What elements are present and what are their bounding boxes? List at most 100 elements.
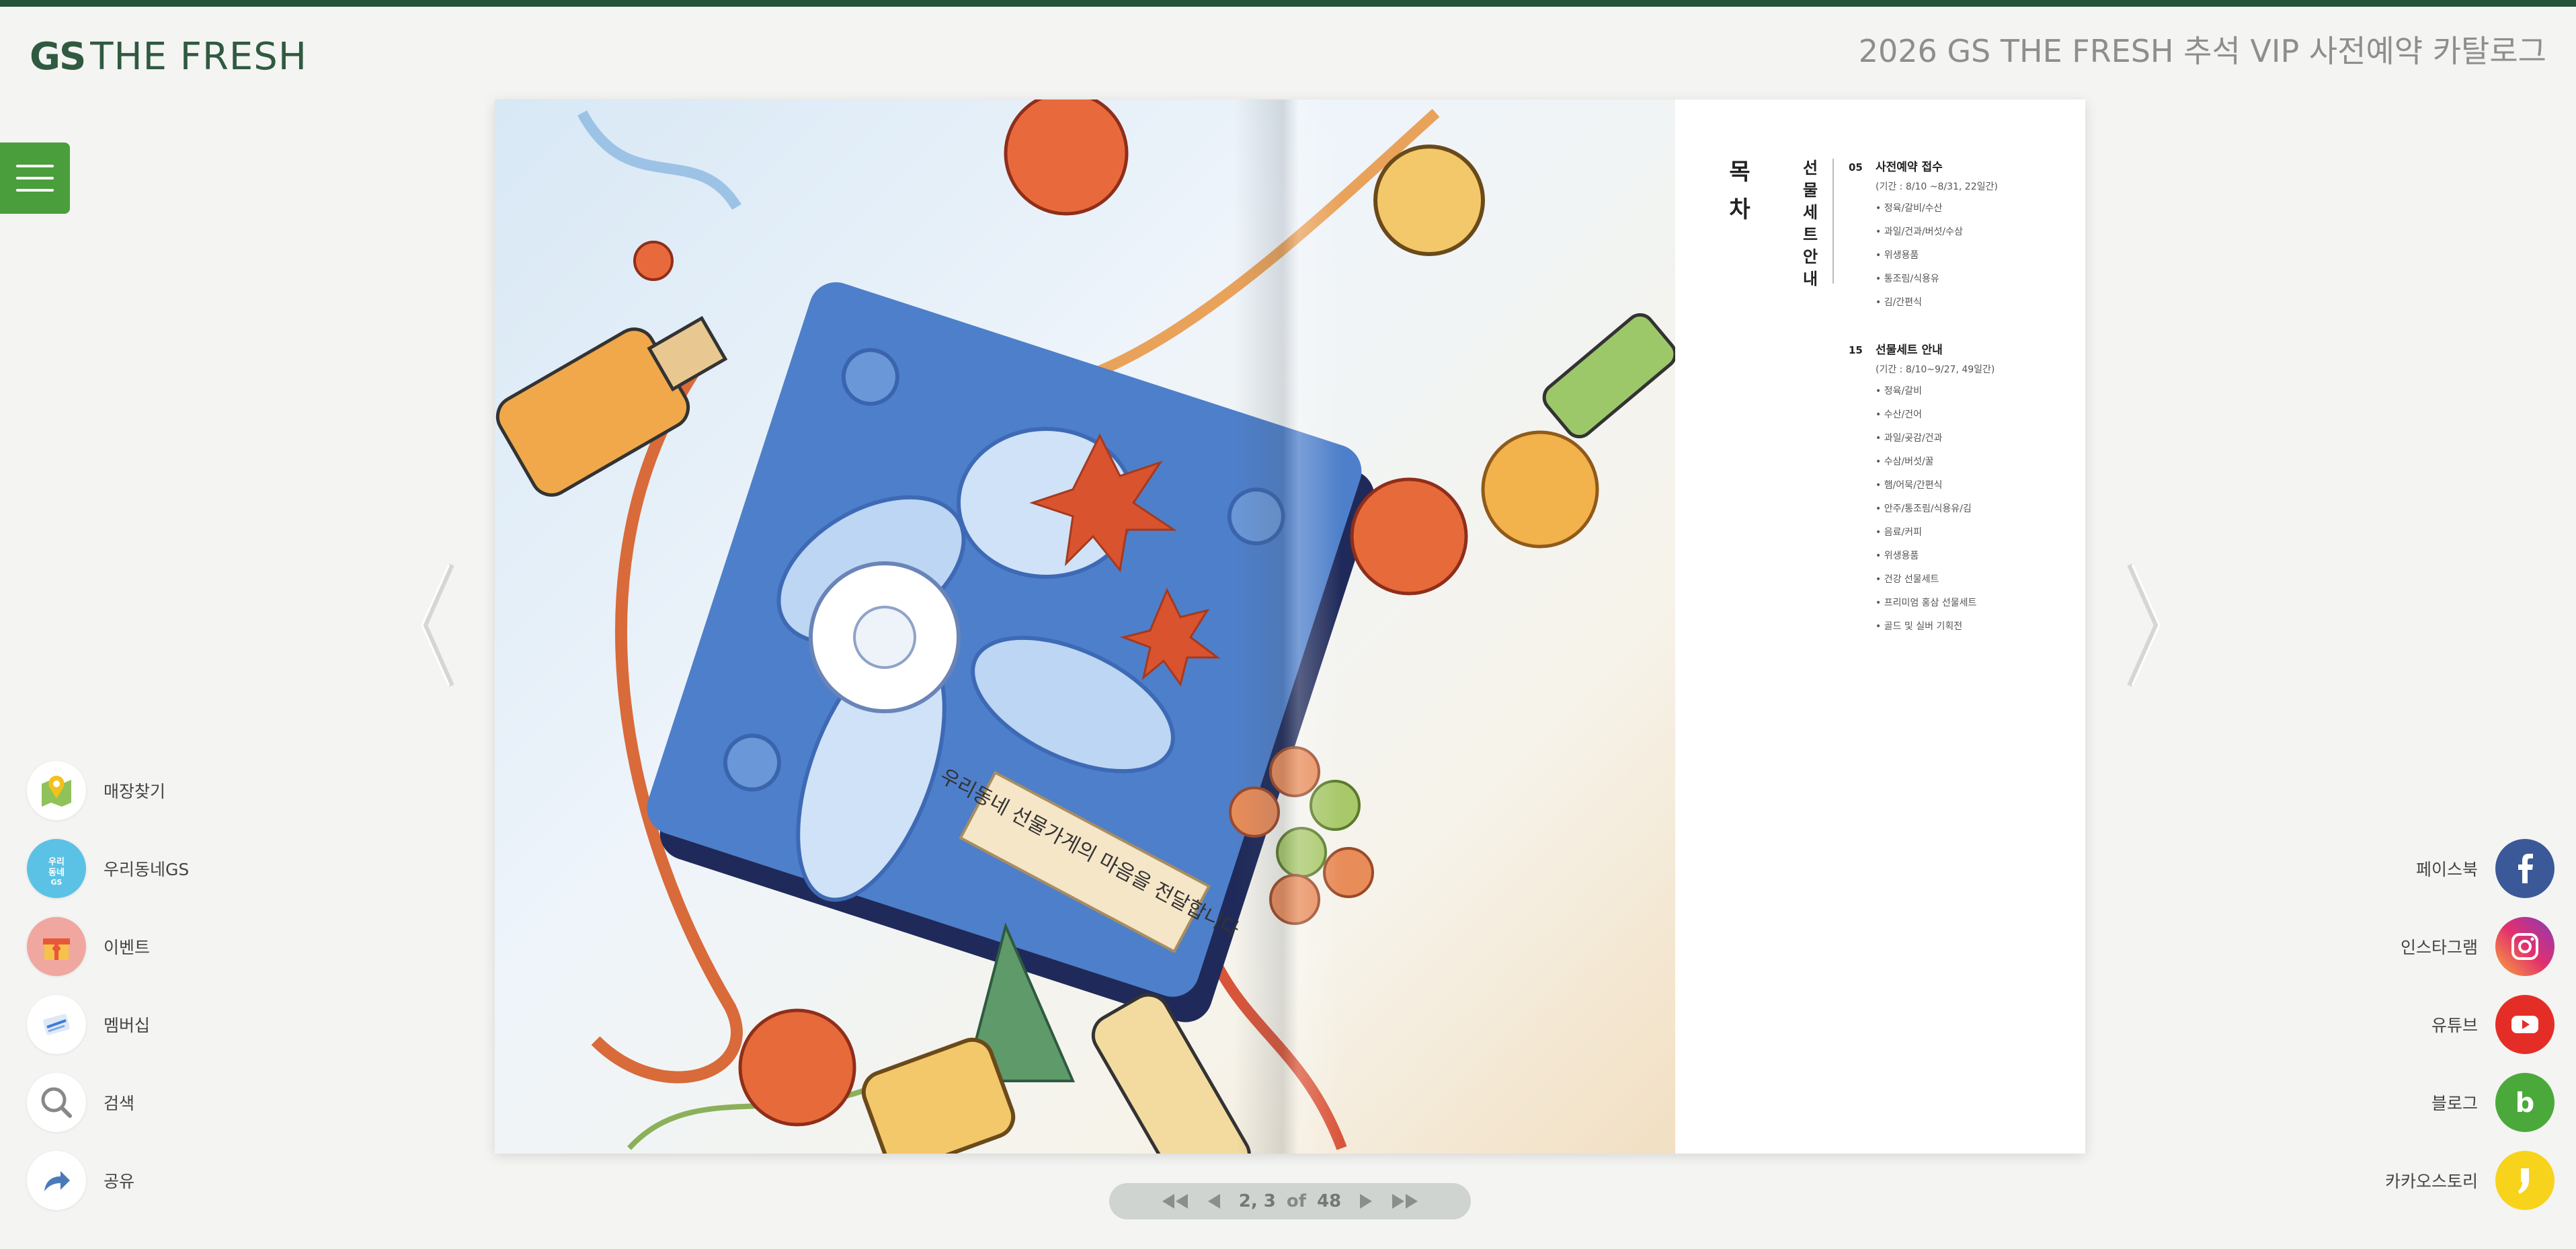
bottle — [1091, 993, 1251, 1154]
toc-section-giftset[interactable]: 15 선물세트 안내 (기간 : 8/10~9/27, 49일간) • 정육/갈… — [1849, 340, 1995, 639]
canned-food — [1373, 145, 1485, 256]
logo-text: THE FRESH — [90, 35, 307, 79]
gift-icon — [27, 917, 86, 976]
svg-text:동네: 동네 — [48, 867, 65, 878]
kakaostory-link[interactable]: 카카오스토리 — [2385, 1151, 2554, 1210]
apple — [1350, 477, 1468, 596]
double-chevron-right-icon — [1392, 1194, 1418, 1209]
toc-item[interactable]: • 수삼/버섯/꿀 — [1876, 450, 1995, 474]
toc-section-page: 05 — [1849, 161, 1863, 173]
toc-section-period: (기간 : 8/10 ~8/31, 22일간) — [1876, 182, 1998, 192]
blog-link[interactable]: b 블로그 — [2431, 1073, 2554, 1132]
membership-label: 멤버십 — [104, 1016, 151, 1035]
toc-section-name: 사전예약 접수 — [1876, 161, 1943, 174]
page-2-cover-illustration[interactable]: 우리동네 선물가게의 마음을 전달합니다 — [495, 99, 1675, 1154]
top-accent-bar — [0, 0, 2576, 7]
ribbon — [577, 110, 741, 210]
bottle — [1542, 313, 1675, 439]
store-finder-button[interactable]: 매장찾기 — [27, 761, 165, 820]
toc-section-preorder[interactable]: 05 사전예약 접수 (기간 : 8/10 ~8/31, 22일간) • 정육/… — [1849, 157, 1998, 315]
jujube — [633, 241, 674, 281]
share-button[interactable]: 공유 — [27, 1151, 134, 1210]
chuseok-gift-illustration: 우리동네 선물가게의 마음을 전달합니다 — [495, 99, 1675, 1154]
toc-title: 목차 — [1729, 159, 1750, 223]
flipbook-spread[interactable]: 우리동네 선물가게의 마음을 전달합니다 목차 선물세트안내 05 사전예약 접… — [495, 99, 2085, 1154]
youtube-label: 유튜브 — [2431, 1016, 2478, 1035]
membership-button[interactable]: 멤버십 — [27, 995, 150, 1054]
apple — [738, 1008, 856, 1127]
blog-icon: b — [2495, 1073, 2554, 1132]
share-icon — [27, 1151, 86, 1210]
facebook-icon — [2495, 839, 2554, 898]
toc-item[interactable]: • 수산/건어 — [1876, 403, 1995, 427]
facebook-link[interactable]: 페이스북 — [2416, 839, 2554, 898]
woori-gs-icon: 우리 동네 GS — [27, 839, 86, 898]
toc-section-period: (기간 : 8/10~9/27, 49일간) — [1876, 364, 1995, 375]
toc-item[interactable]: • 안주/통조림/식용유/김 — [1876, 497, 1995, 521]
search-icon — [27, 1073, 86, 1132]
search-label: 검색 — [104, 1094, 135, 1113]
toc-item[interactable]: • 골드 및 실버 기획전 — [1876, 615, 1995, 639]
instagram-link[interactable]: 인스타그램 — [2401, 917, 2554, 976]
book-spine-shadow — [1234, 99, 1342, 1154]
pear — [1481, 430, 1599, 549]
prev-page-button[interactable] — [1207, 1193, 1221, 1210]
page-3-table-of-contents[interactable]: 목차 선물세트안내 05 사전예약 접수 (기간 : 8/10 ~8/31, 2… — [1675, 99, 2085, 1154]
search-button[interactable]: 검색 — [27, 1073, 134, 1132]
toc-item[interactable]: • 위생용품 — [1876, 244, 1998, 268]
toc-subtitle: 선물세트안내 — [1802, 159, 1818, 288]
toc-item[interactable]: • 프리미엄 홍삼 선물세트 — [1876, 592, 1995, 615]
page-indicator[interactable]: 2, 3 of 48 — [1239, 1191, 1342, 1211]
svg-text:GS: GS — [51, 878, 63, 887]
toc-item[interactable]: • 과일/곶감/건과 — [1876, 427, 1995, 450]
page-navigator: 2, 3 of 48 — [1109, 1183, 1471, 1219]
toc-item[interactable]: • 김/간편식 — [1876, 291, 1998, 315]
toc-item[interactable]: • 건강 선물세트 — [1876, 568, 1995, 592]
svg-text:b: b — [2515, 1088, 2535, 1119]
event-button[interactable]: 이벤트 — [27, 917, 150, 976]
toc-item[interactable]: • 정육/갈비 — [1876, 380, 1995, 403]
blog-label: 블로그 — [2431, 1094, 2478, 1113]
double-chevron-left-icon — [1162, 1194, 1188, 1209]
next-page-arrow[interactable] — [2123, 558, 2163, 692]
menu-line — [16, 177, 54, 179]
youtube-icon — [2495, 995, 2554, 1054]
svg-text:우리: 우리 — [48, 856, 65, 867]
toc-item[interactable]: • 햄/어묵/간편식 — [1876, 474, 1995, 497]
bottle — [495, 315, 728, 497]
chevron-left-icon — [421, 563, 454, 687]
last-page-button[interactable] — [1391, 1193, 1420, 1210]
facebook-label: 페이스북 — [2415, 860, 2478, 879]
instagram-label: 인스타그램 — [2400, 938, 2478, 957]
hamburger-menu-button[interactable] — [0, 143, 70, 214]
prev-page-arrow[interactable] — [418, 558, 458, 692]
toc-item[interactable]: • 통조림/식용유 — [1876, 268, 1998, 291]
kakaostory-icon — [2495, 1151, 2554, 1210]
map-pin-icon — [27, 761, 86, 820]
membership-card-icon — [27, 995, 86, 1054]
logo-gs: GS — [30, 35, 86, 79]
woori-gs-button[interactable]: 우리 동네 GS 우리동네GS — [27, 839, 189, 898]
toc-section-name: 선물세트 안내 — [1876, 344, 1943, 357]
logo[interactable]: GS THE FRESH — [30, 35, 307, 79]
kakaostory-label: 카카오스토리 — [2384, 1172, 2478, 1191]
next-page-button[interactable] — [1359, 1193, 1373, 1210]
toc-divider — [1833, 159, 1834, 284]
youtube-link[interactable]: 유튜브 — [2431, 995, 2554, 1054]
woori-gs-label: 우리동네GS — [104, 860, 190, 879]
event-label: 이벤트 — [104, 938, 151, 957]
total-pages: 48 — [1317, 1191, 1342, 1211]
toc-item[interactable]: • 정육/갈비/수산 — [1876, 197, 1998, 220]
toc-item[interactable]: • 음료/커피 — [1876, 521, 1995, 545]
menu-line — [16, 189, 54, 192]
menu-line — [16, 165, 54, 167]
store-finder-label: 매장찾기 — [104, 782, 166, 801]
triangle-left-icon — [1207, 1194, 1220, 1209]
first-page-button[interactable] — [1160, 1193, 1189, 1210]
chevron-right-icon — [2127, 563, 2161, 687]
toc-item[interactable]: • 위생용품 — [1876, 545, 1995, 568]
of-label: of — [1286, 1191, 1307, 1211]
toc-item[interactable]: • 과일/건과/버섯/수삼 — [1876, 220, 1998, 244]
instagram-icon — [2495, 917, 2554, 976]
persimmon — [1004, 99, 1129, 216]
